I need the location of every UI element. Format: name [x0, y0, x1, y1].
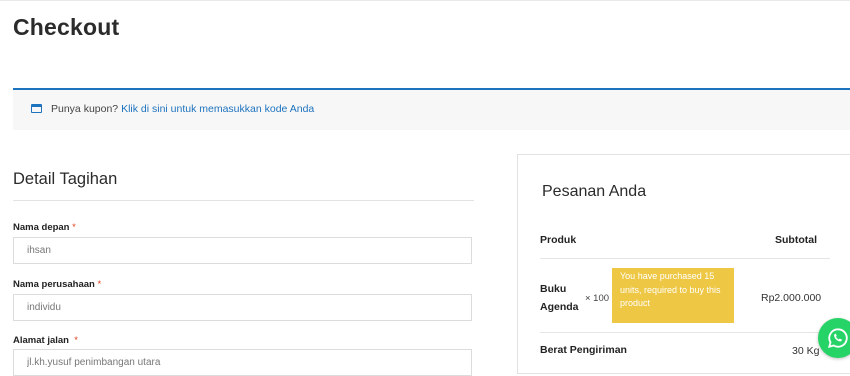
shipping-weight-value: 30 Kg — [792, 345, 820, 357]
header-divider — [540, 258, 830, 259]
minimum-purchase-tooltip: You have purchased 15 units, required to… — [612, 268, 734, 323]
shipping-weight-label: Berat Pengiriman — [540, 344, 627, 356]
company-label-text: Nama perusahaan — [13, 279, 95, 290]
whatsapp-icon — [827, 328, 848, 349]
product-subtotal: Rp2.000.000 — [761, 292, 822, 304]
first-name-label-text: Nama depan — [13, 222, 70, 233]
coupon-notice: Punya kupon? Klik di sini untuk memasukk… — [13, 88, 850, 130]
company-label: Nama perusahaan * — [13, 279, 101, 290]
item-divider — [540, 332, 830, 333]
calendar-icon — [31, 104, 42, 113]
order-title: Pesanan Anda — [542, 183, 647, 200]
first-name-label: Nama depan * — [13, 222, 76, 233]
street-address-label: Alamat jalan * — [13, 335, 78, 346]
coupon-link[interactable]: Klik di sini untuk memasukkan kode Anda — [121, 103, 314, 115]
whatsapp-chat-button[interactable] — [818, 318, 850, 358]
subtotal-column-header: Subtotal — [775, 234, 817, 246]
required-mark: * — [74, 335, 78, 346]
product-name: Buku Agenda — [540, 283, 579, 313]
billing-title: Detail Tagihan — [13, 170, 118, 188]
company-field[interactable] — [13, 294, 472, 321]
billing-divider — [13, 200, 474, 201]
page-title: Checkout — [13, 14, 120, 40]
first-name-field[interactable] — [13, 237, 472, 264]
product-quantity: × 100 — [585, 293, 610, 304]
coupon-text: Punya kupon? Klik di sini untuk memasukk… — [51, 103, 314, 115]
required-mark: * — [97, 279, 102, 290]
required-mark: * — [72, 222, 76, 233]
top-border — [0, 0, 850, 1]
coupon-prompt: Punya kupon? — [51, 103, 119, 115]
product-column-header: Produk — [540, 234, 577, 246]
street-address-label-text: Alamat jalan — [13, 335, 69, 346]
